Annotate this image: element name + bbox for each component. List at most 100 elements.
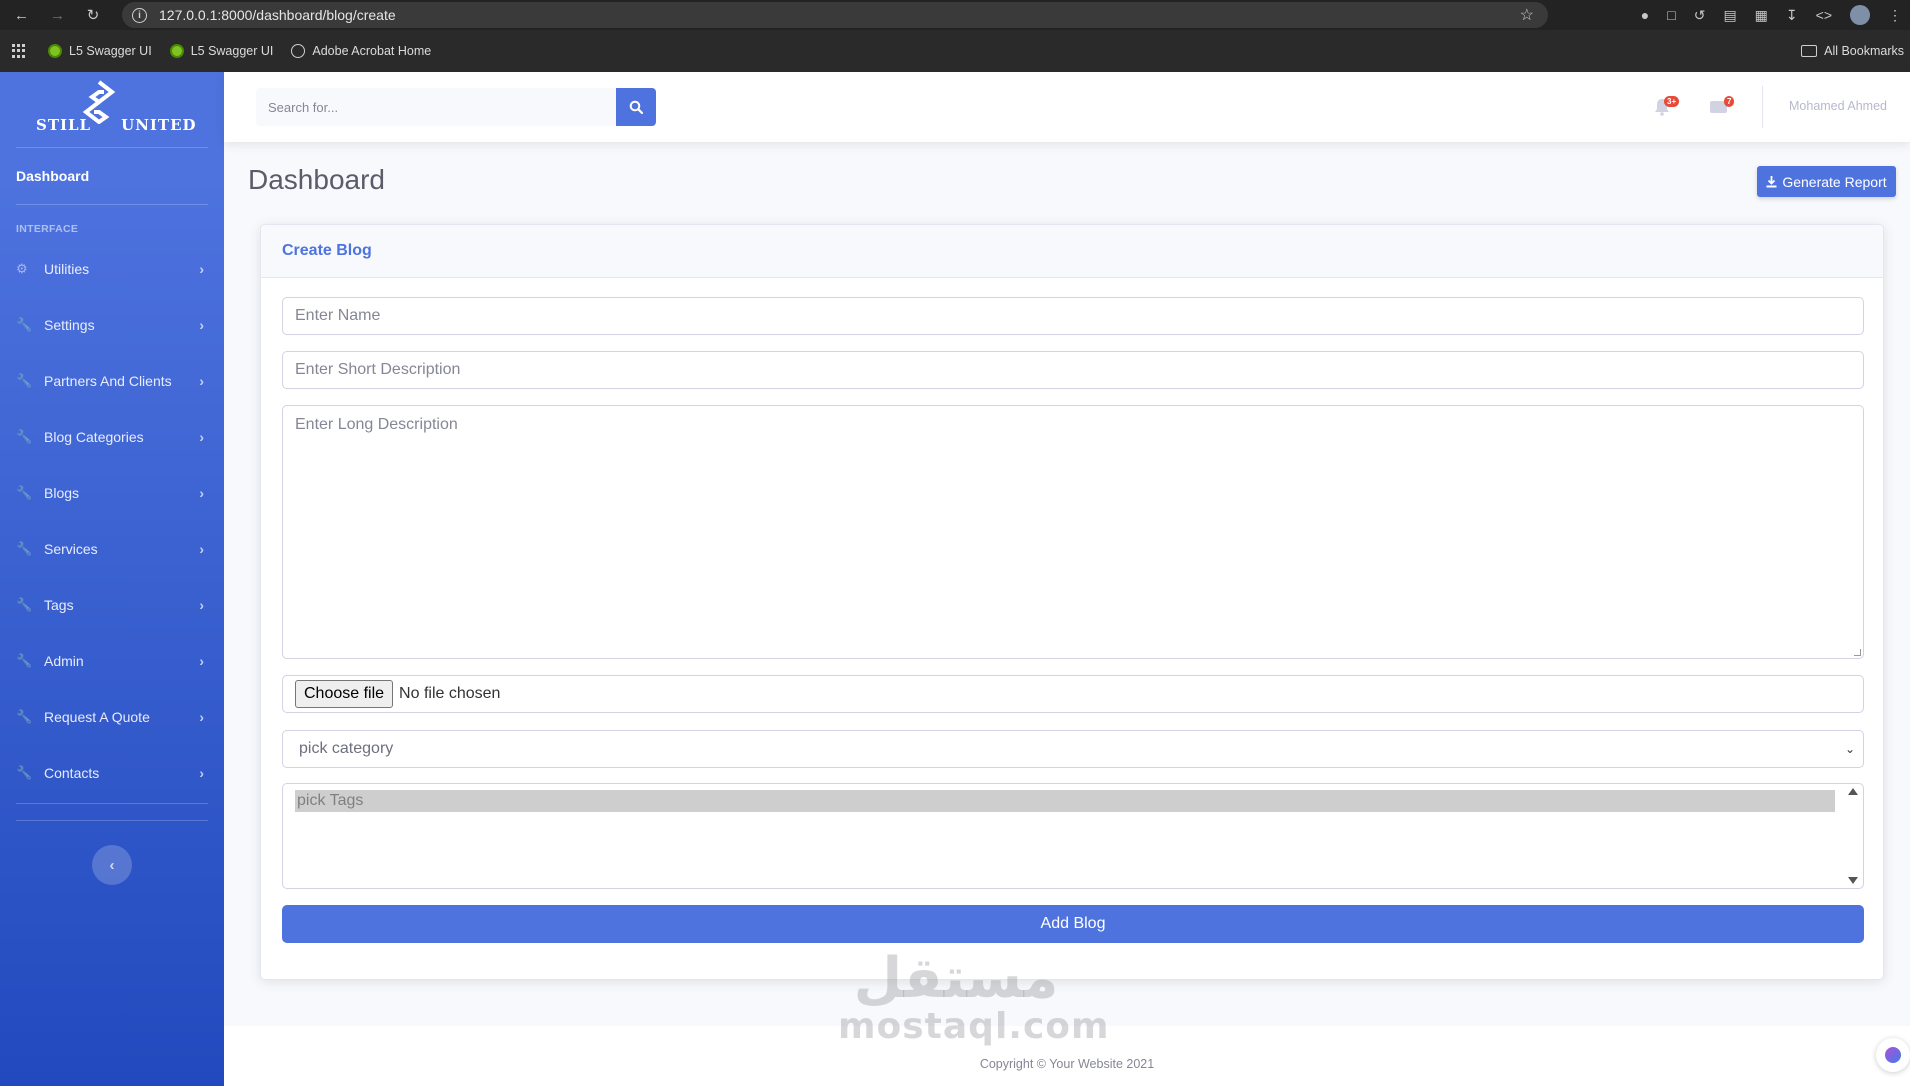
sidebar-item-label: Blog Categories [44, 429, 144, 445]
card-title: Create Blog [261, 225, 1883, 278]
sidebar-toggle-button[interactable]: ‹ [92, 845, 132, 885]
extension-icon[interactable]: ● [1641, 7, 1649, 23]
create-blog-card: Create Blog Choose file No file chosen p… [260, 224, 1884, 980]
sidebar-item-utilities[interactable]: ⚙ Utilities › [0, 241, 224, 297]
sidebar: STILL UNITED Dashboard INTERFACE ⚙ Utilit… [0, 72, 224, 1086]
chevron-right-icon: › [199, 261, 204, 277]
puzzle-icon[interactable]: □ [1667, 7, 1675, 23]
user-name[interactable]: Mohamed Ahmed [1789, 99, 1887, 113]
reload-icon[interactable]: ↻ [86, 6, 100, 24]
wrench-icon: 🔧 [16, 653, 33, 668]
bookmark-item[interactable]: L5 Swagger UI [48, 44, 152, 58]
bookmark-label: L5 Swagger UI [69, 44, 152, 58]
name-input[interactable] [282, 297, 1864, 335]
bookmark-label: L5 Swagger UI [190, 44, 274, 58]
page-title: Dashboard [248, 164, 385, 195]
chevron-right-icon: › [199, 709, 204, 725]
chevron-right-icon: › [199, 317, 204, 333]
sidebar-item-services[interactable]: 🔧 Services › [0, 521, 224, 577]
swagger-icon [48, 44, 62, 58]
chevron-right-icon: › [199, 373, 204, 389]
bookmarks-bar: L5 Swagger UI L5 Swagger UI Adobe Acroba… [0, 30, 1910, 72]
wrench-icon: 🔧 [16, 709, 33, 724]
generate-report-label: Generate Report [1782, 173, 1887, 190]
category-select[interactable]: pick category ⌄ [282, 730, 1864, 768]
short-description-input[interactable] [282, 351, 1864, 389]
image-file-input[interactable]: Choose file No file chosen [282, 675, 1864, 713]
download-icon[interactable]: ↧ [1786, 7, 1798, 24]
file-status: No file chosen [399, 685, 501, 702]
brand-word-2: UNITED [121, 116, 197, 134]
chevron-right-icon: › [199, 597, 204, 613]
search-input[interactable] [256, 88, 616, 126]
assistant-icon [1885, 1047, 1901, 1063]
folder-icon [1801, 45, 1818, 57]
sidebar-item-blogs[interactable]: 🔧 Blogs › [0, 465, 224, 521]
sidebar-item-label: Partners And Clients [44, 373, 172, 389]
chevron-right-icon: › [199, 429, 204, 445]
sidebar-item-label: Contacts [44, 765, 100, 781]
history-icon[interactable]: ↺ [1694, 7, 1706, 24]
all-bookmarks[interactable]: All Bookmarks [1801, 44, 1904, 58]
messages-badge: 7 [1724, 96, 1735, 107]
assistant-bubble[interactable] [1876, 1038, 1910, 1072]
address-bar[interactable]: i 127.0.0.1:8000/dashboard/blog/create ☆ [122, 2, 1548, 28]
sidebar-item-label: Settings [44, 317, 95, 333]
topbar: 3+ 7 Mohamed Ahmed [224, 72, 1910, 142]
sidebar-item-partners-and-clients[interactable]: 🔧 Partners And Clients › [0, 353, 224, 409]
cog-icon: ⚙ [16, 261, 28, 276]
watermark: مستقل mostaql.com [838, 946, 1109, 1045]
wrench-icon: 🔧 [16, 485, 33, 500]
chevron-left-icon: ‹ [109, 856, 115, 874]
category-selected-value: pick category [299, 740, 394, 757]
resize-handle[interactable] [1854, 649, 1864, 659]
sidebar-item-blog-categories[interactable]: 🔧 Blog Categories › [0, 409, 224, 465]
watermark-arabic: مستقل [853, 946, 1059, 1011]
chevron-right-icon: › [199, 653, 204, 669]
sidebar-heading: INTERFACE [16, 223, 79, 235]
scroll-up-arrow[interactable] [1848, 788, 1858, 795]
generate-report-button[interactable]: Generate Report [1757, 166, 1896, 197]
bookmark-item[interactable]: Adobe Acrobat Home [291, 44, 431, 58]
sidepanel-icon[interactable]: ▤ [1723, 7, 1736, 24]
scroll-down-arrow[interactable] [1848, 877, 1858, 884]
sidebar-item-dashboard[interactable]: Dashboard [0, 148, 224, 204]
bookmark-star-icon[interactable]: ☆ [1520, 5, 1534, 25]
search-icon [629, 100, 643, 114]
download-icon [1766, 175, 1777, 187]
alerts-badge: 3+ [1664, 96, 1680, 107]
bookmark-item[interactable]: L5 Swagger UI [169, 44, 274, 58]
sidebar-item-label: Utilities [44, 261, 90, 277]
all-bookmarks-label: All Bookmarks [1824, 44, 1904, 58]
copyright-text: Copyright © Your Website 2021 [979, 1057, 1155, 1071]
url-text: 127.0.0.1:8000/dashboard/blog/create [159, 7, 396, 23]
tags-option[interactable]: pick Tags [295, 790, 1835, 812]
choose-file-button[interactable]: Choose file [295, 680, 394, 708]
sidebar-item-contacts[interactable]: 🔧 Contacts › [0, 745, 224, 801]
profile-avatar[interactable] [1850, 5, 1870, 25]
wrench-icon: 🔧 [16, 429, 33, 444]
globe-icon [291, 44, 306, 58]
wrench-icon: 🔧 [16, 317, 33, 332]
sidebar-item-tags[interactable]: 🔧 Tags › [0, 577, 224, 633]
sidebar-item-request-a-quote[interactable]: 🔧 Request A Quote › [0, 689, 224, 745]
brand-logo[interactable]: STILL UNITED [0, 72, 224, 142]
long-description-textarea[interactable] [282, 405, 1864, 659]
wrench-icon: 🔧 [16, 373, 33, 388]
tags-multiselect[interactable]: pick Tags [282, 783, 1864, 889]
sidebar-divider [16, 803, 208, 804]
search-button[interactable] [616, 88, 656, 126]
translate-icon[interactable]: ▦ [1755, 7, 1768, 24]
back-icon[interactable]: ← [14, 7, 29, 24]
add-blog-button[interactable]: Add Blog [282, 905, 1864, 943]
sidebar-item-admin[interactable]: 🔧 Admin › [0, 633, 224, 689]
menu-kebab-icon[interactable]: ⋮ [1888, 7, 1902, 24]
site-info-icon[interactable]: i [132, 7, 147, 23]
devtools-icon[interactable]: <> [1816, 7, 1832, 23]
sidebar-item-settings[interactable]: 🔧 Settings › [0, 297, 224, 353]
apps-grid-icon[interactable] [12, 44, 26, 58]
sidebar-item-label: Services [44, 541, 98, 557]
sidebar-divider [16, 820, 208, 821]
sidebar-item-label: Request A Quote [44, 709, 150, 725]
forward-icon[interactable]: → [50, 7, 65, 24]
